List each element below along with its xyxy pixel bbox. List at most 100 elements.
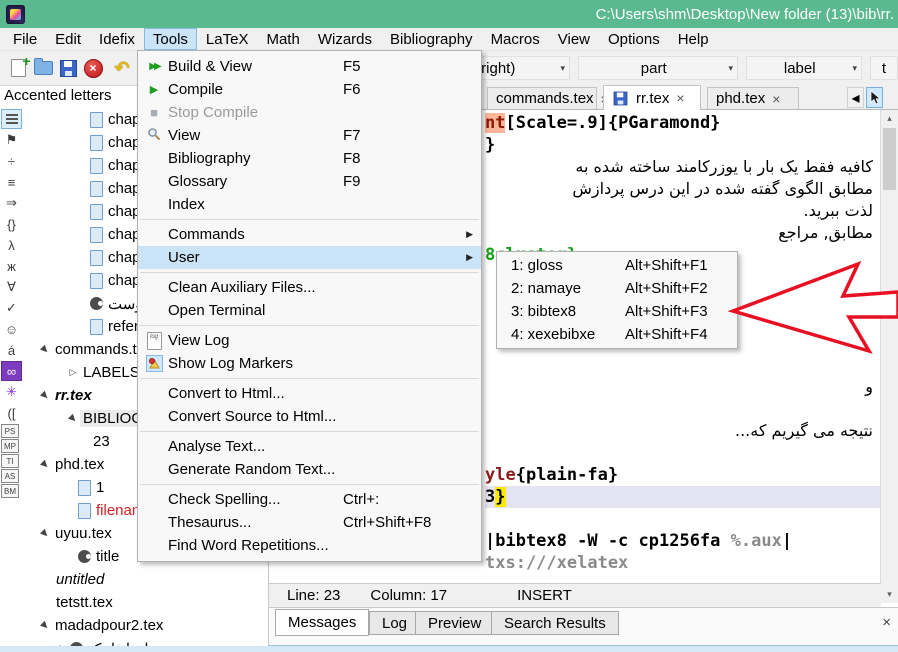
bm-icon[interactable]: BM — [1, 484, 19, 498]
tree-item-label: 1 — [93, 479, 107, 496]
save-button[interactable] — [56, 56, 80, 80]
menu-item-check-spelling-[interactable]: Check Spelling...Ctrl+: — [138, 488, 481, 511]
file-icon — [90, 135, 103, 151]
menu-item-stop-compile[interactable]: ■Stop Compile — [138, 101, 481, 124]
tab-close-icon[interactable]: × — [676, 90, 684, 106]
tree-item[interactable]: untitled — [26, 568, 268, 591]
new-file-button[interactable]: + — [6, 56, 30, 80]
cyrillic-icon[interactable]: ж — [1, 256, 22, 276]
expander-closed-icon[interactable]: ▷ — [56, 643, 70, 646]
mp-icon[interactable]: MP — [1, 439, 19, 453]
titlebar[interactable]: C:\Users\shm\Desktop\New folder (13)\bib… — [0, 0, 898, 28]
ti-icon[interactable]: TI — [1, 454, 19, 468]
menu-item-glossary[interactable]: GlossaryF9 — [138, 170, 481, 193]
menu-item-commands[interactable]: Commands▶ — [138, 223, 481, 246]
menu-view[interactable]: View — [549, 28, 599, 50]
infinity-icon[interactable]: ∞ — [1, 361, 22, 381]
menu-separator — [140, 325, 479, 326]
menu-item-build-view[interactable]: ▶▶Build & ViewF5 — [138, 55, 481, 78]
menu-latex[interactable]: LaTeX — [197, 28, 258, 50]
log-markers-icon — [146, 355, 163, 372]
truncated-combo-value: t — [875, 60, 893, 77]
code-line: مطابق, مراجع — [485, 222, 881, 244]
menu-macros[interactable]: Macros — [482, 28, 549, 50]
ps-icon[interactable]: PS — [1, 424, 19, 438]
tab-scroll-left-button[interactable]: ◂ — [847, 87, 864, 108]
scrollbar-thumb[interactable] — [883, 128, 896, 190]
menu-item-user[interactable]: User▶ — [138, 246, 481, 269]
tree-item-label: tetstt.tex — [53, 594, 116, 611]
tree-item[interactable]: tetstt.tex — [26, 591, 268, 614]
menu-item-bibliography[interactable]: BibliographyF8 — [138, 147, 481, 170]
lambda-icon[interactable]: λ — [1, 235, 22, 255]
menu-item-generate-random-text-[interactable]: Generate Random Text... — [138, 458, 481, 481]
panel-tab-search-results[interactable]: Search Results — [491, 611, 619, 635]
undo-button[interactable]: ↶ — [110, 56, 134, 80]
menu-item-label: Generate Random Text... — [168, 461, 335, 478]
menu-item-convert-to-html-[interactable]: Convert to Html... — [138, 382, 481, 405]
panel-tab-messages[interactable]: Messages — [275, 609, 369, 636]
reference-combo[interactable]: label▾ — [746, 56, 862, 80]
code-line: txs:///xelatex — [485, 552, 881, 574]
scroll-up-arrow[interactable]: ▴ — [881, 110, 898, 127]
menu-options[interactable]: Options — [599, 28, 669, 50]
math-delimiter-combo[interactable]: \right)▾ — [472, 56, 570, 80]
scroll-down-arrow[interactable]: ▾ — [881, 586, 898, 603]
menu-wizards[interactable]: Wizards — [309, 28, 381, 50]
arrow-icon[interactable]: ⇒ — [1, 193, 22, 213]
menu-item-view[interactable]: ViewF7 — [138, 124, 481, 147]
check-icon[interactable]: ✓ — [1, 298, 22, 318]
menu-item-find-word-repetitions-[interactable]: Find Word Repetitions... — [138, 534, 481, 557]
menu-item-convert-source-to-html-[interactable]: Convert Source to Html... — [138, 405, 481, 428]
menu-idefix[interactable]: Idefix — [90, 28, 144, 50]
menu-edit[interactable]: Edit — [46, 28, 90, 50]
menu-item-show-log-markers[interactable]: Show Log Markers — [138, 352, 481, 375]
tab-cursor-button[interactable] — [866, 87, 883, 108]
close-button[interactable]: × — [81, 56, 105, 80]
structure-icon[interactable] — [1, 109, 22, 129]
tab-rr-tex[interactable]: rr.tex× — [603, 85, 701, 110]
menubar: FileEditIdefixToolsLaTeXMathWizardsBibli… — [0, 28, 898, 50]
expander-closed-icon[interactable]: ▷ — [66, 367, 80, 378]
menu-item-thesaurus-[interactable]: Thesaurus...Ctrl+Shift+F8 — [138, 511, 481, 534]
menu-math[interactable]: Math — [257, 28, 308, 50]
panel-close-icon[interactable]: × — [882, 614, 891, 631]
menu-item-analyse-text-[interactable]: Analyse Text... — [138, 435, 481, 458]
equiv-icon[interactable]: ≡ — [1, 172, 22, 192]
menu-item-open-terminal[interactable]: Open Terminal — [138, 299, 481, 322]
divide-icon[interactable]: ÷ — [1, 151, 22, 171]
tab-close-icon[interactable]: × — [772, 91, 780, 107]
as-icon[interactable]: AS — [1, 469, 19, 483]
braces-icon[interactable]: {} — [1, 214, 22, 234]
menu-tools[interactable]: Tools — [144, 28, 197, 50]
menu-file[interactable]: File — [4, 28, 46, 50]
asterisk-icon[interactable]: ✳ — [1, 382, 22, 402]
panel-tab-log[interactable]: Log — [369, 611, 420, 635]
tab-phd-tex[interactable]: phd.tex× — [707, 87, 799, 109]
menu-help[interactable]: Help — [669, 28, 718, 50]
brackets-icon[interactable]: ([ — [1, 403, 22, 423]
panel-tab-preview[interactable]: Preview — [415, 611, 494, 635]
menu-item-compile[interactable]: ▶CompileF6 — [138, 78, 481, 101]
code-line: نتیجه می گیریم که... — [485, 420, 881, 442]
sectioning-combo[interactable]: part▾ — [578, 56, 738, 80]
submenu-arrow-icon: ▶ — [466, 252, 473, 263]
smiley-icon[interactable]: ☺ — [1, 319, 22, 339]
tab-commands-tex[interactable]: commands.tex× — [487, 87, 597, 109]
accent-a-icon[interactable]: á — [1, 340, 22, 360]
reference-combo-value: label — [751, 60, 848, 77]
status-line: Line: 23 — [287, 587, 340, 604]
menu-bibliography[interactable]: Bibliography — [381, 28, 482, 50]
file-icon — [90, 181, 103, 197]
menu-item-index[interactable]: Index — [138, 193, 481, 216]
truncated-combo[interactable]: t — [870, 56, 898, 80]
code-line: کافیه فقط یک بار با یوزرکامند ساخته شده … — [485, 156, 881, 178]
file-icon — [90, 273, 103, 289]
tree-item[interactable]: ▷ایجاد لینک — [26, 637, 268, 646]
open-button[interactable] — [31, 56, 55, 80]
bookmark-icon[interactable]: ⚑ — [1, 130, 22, 150]
tree-item[interactable]: ▶madadpour2.tex — [26, 614, 268, 637]
forall-icon[interactable]: ∀ — [1, 277, 22, 297]
menu-item-clean-auxiliary-files-[interactable]: Clean Auxiliary Files... — [138, 276, 481, 299]
menu-item-view-log[interactable]: logView Log — [138, 329, 481, 352]
